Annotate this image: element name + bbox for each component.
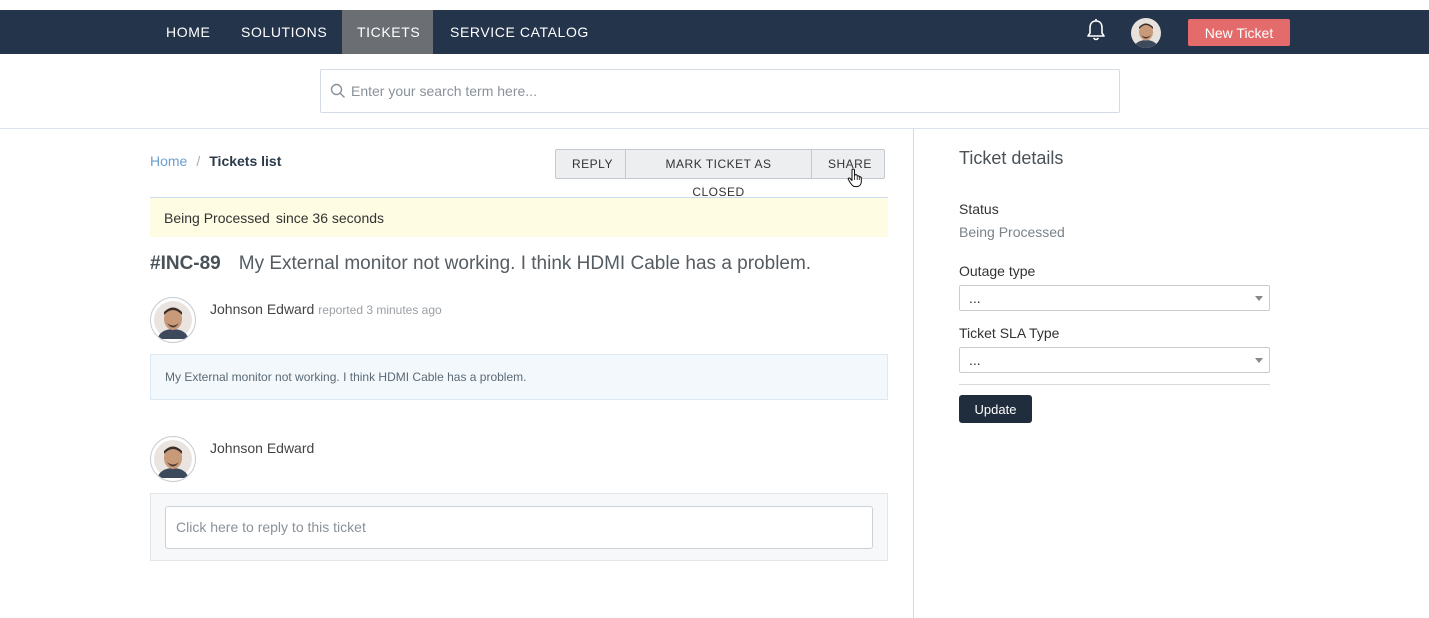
status-value: Being Processed	[959, 224, 1065, 240]
ticket-details-title: Ticket details	[959, 148, 1064, 168]
status-label: Status	[959, 201, 999, 217]
search-icon	[330, 83, 345, 98]
outage-type-value: ...	[969, 290, 981, 306]
chevron-down-icon	[1255, 358, 1263, 363]
reply-input[interactable]: Click here to reply to this ticket	[165, 506, 873, 549]
breadcrumb-separator: /	[196, 153, 201, 169]
breadcrumb-current: Tickets list	[209, 153, 282, 169]
top-navbar: HOME SOLUTIONS TICKETS SERVICE CATALOG N…	[0, 10, 1429, 54]
search-box	[320, 69, 1120, 113]
new-ticket-button[interactable]: New Ticket	[1188, 19, 1290, 46]
outage-type-select[interactable]: ...	[959, 285, 1270, 311]
nav-solutions[interactable]: SOLUTIONS	[226, 10, 342, 54]
reporter-avatar	[150, 297, 196, 343]
replier-avatar	[150, 436, 196, 482]
breadcrumb-home-link[interactable]: Home	[150, 153, 187, 169]
replier-name: Johnson Edward	[210, 440, 315, 456]
ticket-title: #INC-89 My External monitor not working. …	[150, 253, 811, 275]
ticket-action-group: REPLY MARK TICKET AS CLOSED SHARE	[555, 149, 885, 199]
reply-area: Click here to reply to this ticket	[150, 493, 888, 561]
ticket-subject: My External monitor not working. I think…	[238, 253, 812, 274]
outage-type-label: Outage type	[959, 263, 1036, 279]
details-divider	[959, 384, 1270, 385]
reported-time: reported 3 minutes ago	[318, 303, 442, 317]
status-banner: Being Processed since 36 seconds	[150, 197, 888, 237]
bell-icon[interactable]	[1084, 18, 1108, 44]
sla-type-select[interactable]: ...	[959, 347, 1270, 373]
status-banner-status: Being Processed	[164, 210, 270, 226]
reporter-info: Johnson Edward reported 3 minutes ago	[210, 301, 442, 317]
ticket-message: My External monitor not working. I think…	[150, 354, 888, 400]
ticket-id: #INC-89	[150, 253, 221, 274]
ticket-message-text: My External monitor not working. I think…	[165, 370, 527, 384]
hand-cursor-icon	[847, 168, 862, 187]
nav-service-catalog[interactable]: SERVICE CATALOG	[435, 10, 604, 54]
reply-button[interactable]: REPLY	[556, 150, 626, 178]
mark-closed-button[interactable]: MARK TICKET AS CLOSED	[626, 150, 812, 199]
user-avatar[interactable]	[1131, 18, 1161, 48]
breadcrumb: Home / Tickets list	[150, 153, 281, 169]
nav-tickets[interactable]: TICKETS	[342, 10, 433, 54]
search-input[interactable]	[351, 70, 1111, 112]
column-divider	[913, 129, 914, 618]
search-bar	[0, 54, 1429, 129]
nav-home[interactable]: HOME	[151, 10, 225, 54]
sla-type-label: Ticket SLA Type	[959, 325, 1060, 341]
status-banner-since: since 36 seconds	[275, 210, 385, 226]
update-button[interactable]: Update	[959, 395, 1032, 423]
reporter-name: Johnson Edward	[210, 301, 315, 317]
sla-type-value: ...	[969, 352, 981, 368]
top-strip	[0, 0, 1429, 10]
chevron-down-icon	[1255, 296, 1263, 301]
